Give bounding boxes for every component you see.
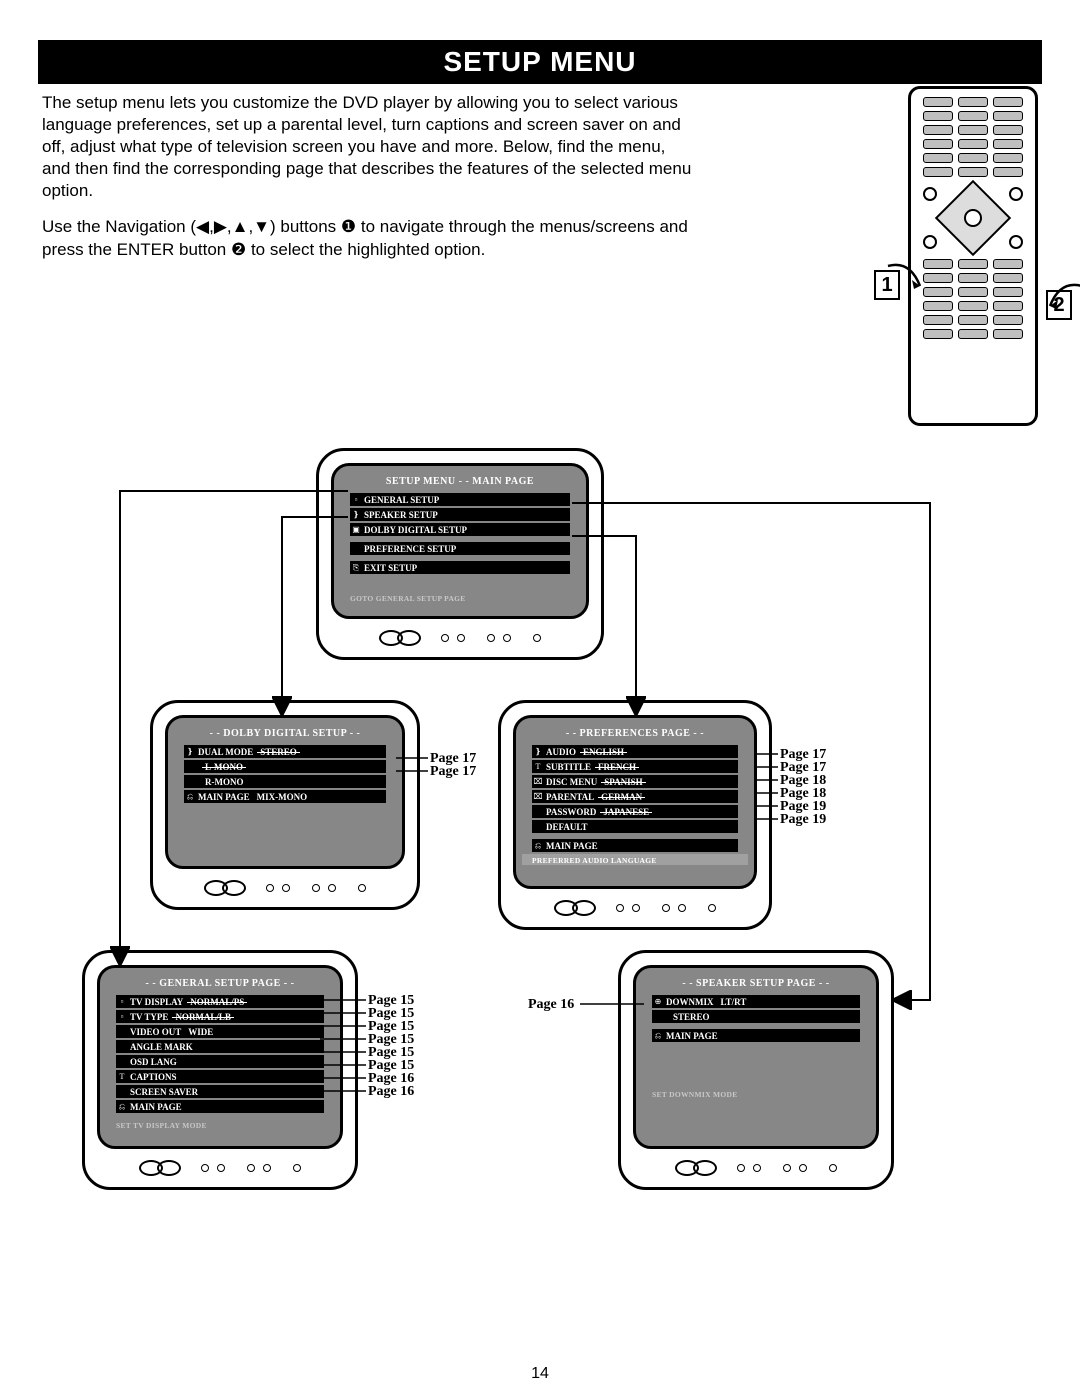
connector-lines: [0, 0, 1080, 1397]
page-number: 14: [0, 1365, 1080, 1383]
